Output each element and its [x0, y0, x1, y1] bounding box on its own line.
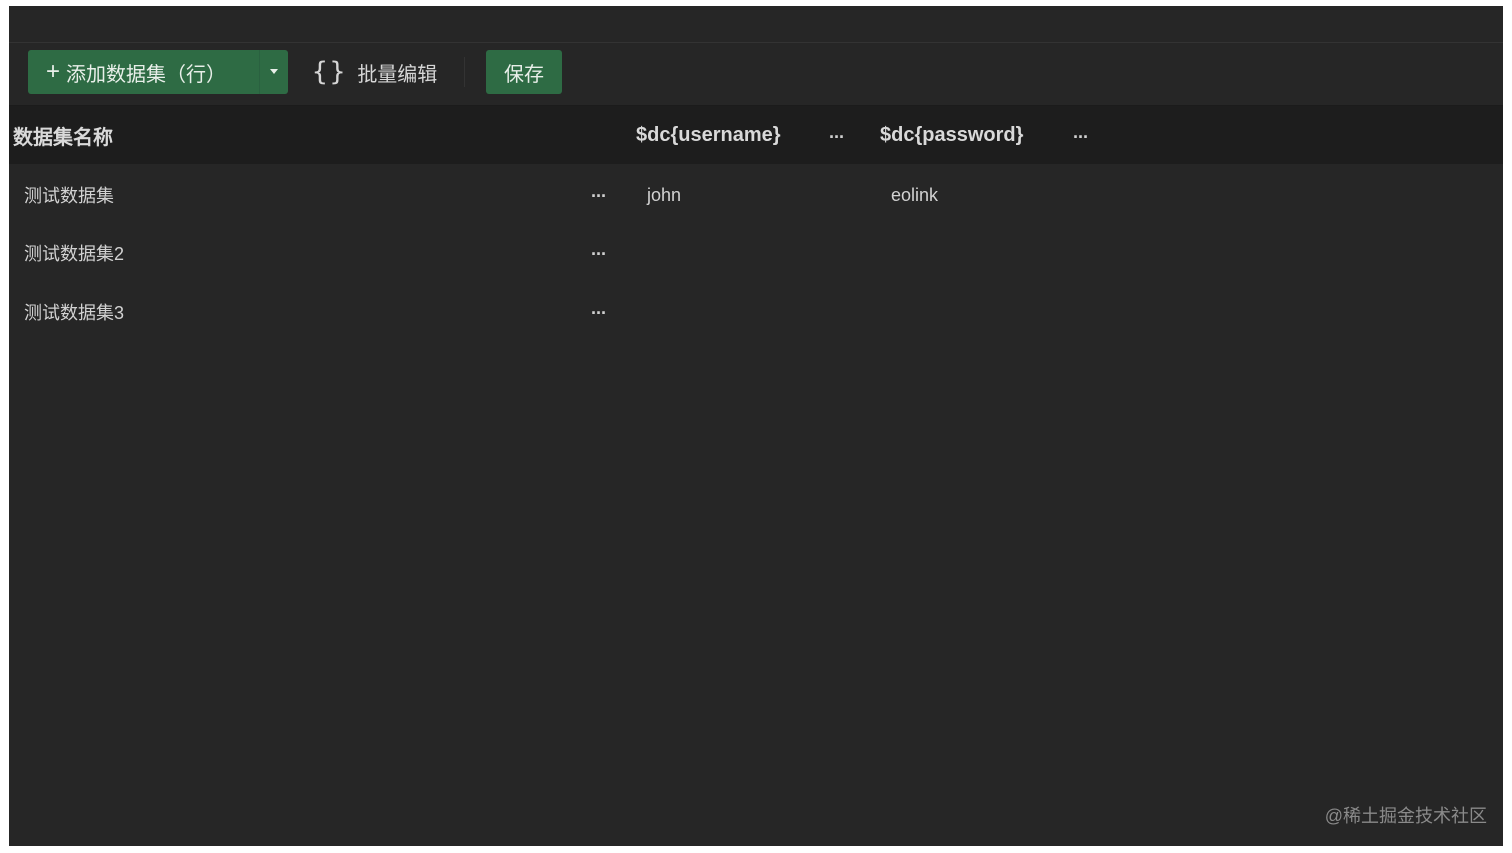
row-more-icon[interactable]: ···: [591, 187, 607, 205]
toolbar: + 添加数据集（行） {} 批量编辑 保存: [9, 43, 1503, 106]
table-row[interactable]: 测试数据集 ··· john eolink: [9, 166, 1503, 224]
braces-icon: {}: [312, 57, 348, 87]
column-username-more-icon[interactable]: ···: [829, 128, 845, 146]
row-more-icon[interactable]: ···: [591, 245, 607, 263]
top-strip: [9, 6, 1503, 43]
password-cell[interactable]: eolink: [891, 166, 938, 224]
column-header-name: 数据集名称: [13, 126, 113, 149]
chevron-down-icon[interactable]: [270, 69, 278, 74]
dataset-editor-window: + 添加数据集（行） {} 批量编辑 保存 数据集名称 $dc{username…: [9, 6, 1503, 846]
table-row[interactable]: 测试数据集3 ···: [9, 283, 1503, 341]
plus-icon: +: [46, 58, 61, 85]
table-row[interactable]: 测试数据集2 ···: [9, 224, 1503, 282]
dataset-name-cell[interactable]: 测试数据集3: [24, 283, 124, 341]
column-password-more-icon[interactable]: ···: [1073, 128, 1089, 146]
add-dataset-row-label: 添加数据集（行）: [66, 63, 227, 86]
username-cell[interactable]: john: [647, 166, 681, 224]
column-header-password: $dc{password}: [880, 123, 1024, 146]
dataset-name-cell[interactable]: 测试数据集2: [24, 224, 124, 282]
toolbar-separator: [464, 57, 465, 87]
table-header: 数据集名称 $dc{username} ··· $dc{password} ··…: [9, 106, 1503, 164]
batch-edit-button[interactable]: {} 批量编辑: [312, 50, 437, 94]
batch-edit-label: 批量编辑: [357, 63, 438, 86]
dataset-name-cell[interactable]: 测试数据集: [24, 166, 114, 224]
column-header-username: $dc{username}: [636, 123, 781, 146]
save-button[interactable]: 保存: [486, 50, 562, 94]
split-divider: [259, 50, 260, 94]
watermark: @稀土掘金技术社区: [1324, 806, 1487, 826]
row-more-icon[interactable]: ···: [591, 304, 607, 322]
add-dataset-row-button[interactable]: + 添加数据集（行）: [28, 50, 288, 94]
